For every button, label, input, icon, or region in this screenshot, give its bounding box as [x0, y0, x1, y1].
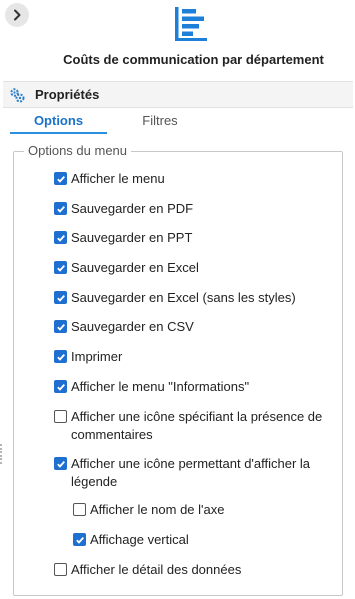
checkbox[interactable]	[73, 503, 86, 516]
tab-options[interactable]: Options	[10, 110, 107, 134]
option-label: Sauvegarder en PDF	[71, 201, 194, 216]
option-icone-commentaires[interactable]: Afficher une icône spécifiant la présenc…	[54, 408, 346, 444]
option-label: Affichage vertical	[90, 532, 189, 547]
chevron-right-icon	[14, 9, 21, 21]
option-sauvegarder-excel[interactable]: Sauvegarder en Excel	[54, 259, 346, 277]
checkbox[interactable]	[54, 261, 67, 274]
gears-icon	[10, 87, 25, 102]
chart-title: Coûts de communication par département	[63, 52, 324, 67]
option-label: Sauvegarder en Excel (sans les styles)	[71, 290, 296, 305]
option-nom-axe[interactable]: Afficher le nom de l'axe	[73, 501, 330, 519]
option-label: Sauvegarder en Excel	[71, 260, 199, 275]
option-sauvegarder-pdf[interactable]: Sauvegarder en PDF	[54, 200, 346, 218]
option-affichage-vertical[interactable]: Affichage vertical	[73, 531, 330, 549]
checkbox[interactable]	[54, 380, 67, 393]
checkbox[interactable]	[73, 533, 86, 546]
option-label: Sauvegarder en CSV	[71, 319, 194, 334]
checkbox[interactable]	[54, 320, 67, 333]
option-sauvegarder-csv[interactable]: Sauvegarder en CSV	[54, 318, 346, 336]
tab-bar: Options Filtres	[0, 110, 355, 134]
option-label: Afficher une icône permettant d'afficher…	[71, 456, 311, 489]
option-label: Imprimer	[71, 349, 123, 364]
menu-options-legend: Options du menu	[24, 143, 132, 158]
checkbox[interactable]	[54, 350, 67, 363]
option-afficher-menu[interactable]: Afficher le menu	[54, 170, 346, 188]
tab-filtres[interactable]: Filtres	[112, 110, 208, 131]
properties-header[interactable]: Propriétés	[3, 81, 353, 108]
option-label: Afficher le nom de l'axe	[90, 502, 225, 517]
menu-options-group: Options du menu Afficher le menu Sauvega…	[13, 143, 346, 596]
resize-handle[interactable]	[0, 444, 3, 464]
checkbox[interactable]	[54, 291, 67, 304]
checkbox[interactable]	[54, 457, 67, 470]
horizontal-bar-chart-icon	[175, 7, 207, 41]
checkbox[interactable]	[54, 231, 67, 244]
option-label: Sauvegarder en PPT	[71, 230, 193, 245]
option-label: Afficher le détail des données	[71, 562, 242, 577]
option-sauvegarder-excel-sans-styles[interactable]: Sauvegarder en Excel (sans les styles)	[54, 289, 346, 307]
checkbox[interactable]	[54, 172, 67, 185]
checkbox[interactable]	[54, 202, 67, 215]
option-label: Afficher le menu "Informations"	[71, 379, 250, 394]
checkbox[interactable]	[54, 563, 67, 576]
properties-label: Propriétés	[35, 87, 100, 102]
checkbox[interactable]	[54, 410, 67, 423]
option-label: Afficher une icône spécifiant la présenc…	[71, 409, 323, 442]
option-detail-donnees[interactable]: Afficher le détail des données	[54, 561, 346, 579]
option-menu-informations[interactable]: Afficher le menu "Informations"	[54, 378, 346, 396]
collapse-panel-button[interactable]	[5, 3, 29, 27]
properties-panel: Coûts de communication par département P…	[0, 0, 355, 599]
option-imprimer[interactable]: Imprimer	[54, 348, 346, 366]
option-sauvegarder-ppt[interactable]: Sauvegarder en PPT	[54, 229, 346, 247]
option-icone-legende[interactable]: Afficher une icône permettant d'afficher…	[54, 455, 346, 491]
option-label: Afficher le menu	[71, 171, 165, 186]
